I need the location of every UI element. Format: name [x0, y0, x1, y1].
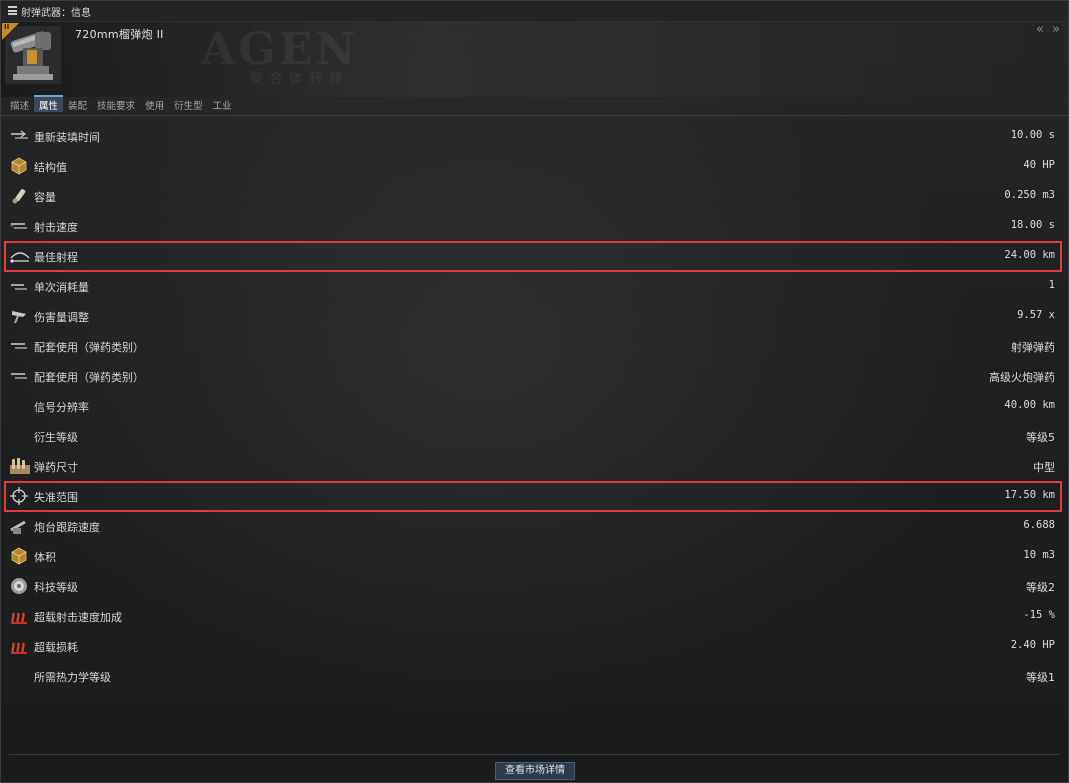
- attribute-value: 等级1: [1026, 671, 1055, 684]
- window-title: 射弹武器：信息: [21, 8, 91, 19]
- attribute-value: 等级2: [1026, 581, 1055, 594]
- ammo-size-icon: [9, 456, 30, 476]
- attribute-row[interactable]: 体积 10 m3: [1, 541, 1068, 571]
- ammo-group-icon: [9, 366, 29, 386]
- attribute-label: 单次消耗量: [34, 281, 89, 294]
- turret-tracking-icon: [9, 516, 29, 536]
- attribute-list: 重新装填时间 10.00 s 结构值 40 HP 容量 0.250 m3 射击速度 18.00…: [1, 121, 1068, 691]
- attribute-value: 中型: [1033, 461, 1055, 474]
- attribute-row[interactable]: 失准范围 17.50 km: [1, 481, 1068, 511]
- damage-modifier-icon: [9, 306, 29, 326]
- attribute-label: 所需热力学等级: [34, 671, 111, 684]
- attribute-value: -15 %: [1023, 609, 1055, 621]
- attribute-label: 容量: [34, 191, 56, 204]
- background-watermark-sub: 聚合体转移: [249, 71, 349, 87]
- attribute-row[interactable]: 容量 0.250 m3: [1, 181, 1068, 211]
- attribute-row[interactable]: 衍生等级 等级5: [1, 421, 1068, 451]
- attribute-row[interactable]: 炮台跟踪速度 6.688: [1, 511, 1068, 541]
- view-market-details-button[interactable]: 查看市场详情: [495, 762, 575, 780]
- attribute-label: 射击速度: [34, 221, 78, 234]
- attribute-value: 1: [1048, 279, 1055, 291]
- item-header: AGEN 聚合体转移 II 720mm榴弹炮 II « »: [1, 22, 1068, 97]
- tech-level-icon: [9, 576, 29, 596]
- attribute-row[interactable]: 单次消耗量 1: [1, 271, 1068, 301]
- attribute-label: 衍生等级: [34, 431, 78, 444]
- meta-level-mark: II: [4, 23, 10, 31]
- tab-attributes[interactable]: 属性: [34, 95, 64, 112]
- tab-bar: 描述 属性 装配 技能要求 使用 衍生型 工业: [5, 95, 237, 115]
- attribute-value: 10.00 s: [1010, 129, 1055, 141]
- optimal-range-icon: [9, 246, 30, 266]
- attribute-row[interactable]: 最佳射程 24.00 km: [1, 241, 1068, 271]
- structure-box-icon: [9, 156, 29, 176]
- rate-of-fire-icon: [9, 216, 29, 236]
- tab-industry[interactable]: 工业: [208, 95, 237, 112]
- attribute-value: 40 HP: [1023, 159, 1055, 171]
- attribute-label: 最佳射程: [34, 251, 78, 264]
- attribute-label: 配套使用（弹药类别）: [34, 371, 144, 384]
- attribute-value: 17.50 km: [1004, 489, 1055, 501]
- attribute-row[interactable]: 配套使用（弹药类别） 高级火炮弹药: [1, 361, 1068, 391]
- attribute-value: 9.57 x: [1017, 309, 1055, 321]
- attribute-label: 体积: [34, 551, 56, 564]
- ammo-group-icon: [9, 336, 29, 356]
- attribute-row[interactable]: 伤害量调整 9.57 x: [1, 301, 1068, 331]
- volume-box-icon: [9, 546, 29, 566]
- attribute-row[interactable]: 超载射击速度加成 -15 %: [1, 601, 1068, 631]
- attribute-row[interactable]: 所需热力学等级 等级1: [1, 661, 1068, 691]
- attribute-label: 重新装填时间: [34, 131, 100, 144]
- attribute-label: 信号分辨率: [34, 401, 89, 414]
- tab-description[interactable]: 描述: [5, 95, 34, 112]
- attribute-row[interactable]: 科技等级 等级2: [1, 571, 1068, 601]
- tab-required-skills[interactable]: 技能要求: [92, 95, 140, 112]
- attribute-label: 超载射击速度加成: [34, 611, 122, 624]
- title-bar[interactable]: 射弹武器：信息: [1, 1, 1068, 22]
- tab-divider: [1, 115, 1068, 116]
- menu-icon[interactable]: [8, 6, 17, 15]
- attribute-row[interactable]: 射击速度 18.00 s: [1, 211, 1068, 241]
- attribute-label: 失准范围: [34, 491, 78, 504]
- reload-arrows-icon: [9, 126, 29, 146]
- attribute-label: 超载损耗: [34, 641, 78, 654]
- tab-fitting[interactable]: 装配: [63, 95, 92, 112]
- attribute-row[interactable]: 结构值 40 HP: [1, 151, 1068, 181]
- attribute-value: 40.00 km: [1004, 399, 1055, 411]
- attribute-label: 弹药尺寸: [34, 461, 78, 474]
- attribute-row[interactable]: 超载损耗 2.40 HP: [1, 631, 1068, 661]
- overload-heat-icon: [9, 636, 29, 656]
- attribute-label: 科技等级: [34, 581, 78, 594]
- attribute-label: 伤害量调整: [34, 311, 89, 324]
- attribute-value: 0.250 m3: [1004, 189, 1055, 201]
- attribute-label: 配套使用（弹药类别）: [34, 341, 144, 354]
- capacity-canister-icon: [9, 186, 29, 206]
- attribute-value: 18.00 s: [1010, 219, 1055, 231]
- footer-divider: [9, 754, 1060, 755]
- tab-usage[interactable]: 使用: [140, 95, 169, 112]
- collapse-toggle[interactable]: « »: [1036, 22, 1062, 37]
- item-info-window: 射弹武器：信息 AGEN 聚合体转移 II 720mm榴弹炮 II « » 描述…: [0, 0, 1069, 783]
- attribute-row[interactable]: 重新装填时间 10.00 s: [1, 121, 1068, 151]
- attribute-value: 10 m3: [1023, 549, 1055, 561]
- attribute-value: 24.00 km: [1004, 249, 1055, 261]
- tab-variations[interactable]: 衍生型: [169, 95, 208, 112]
- attribute-row[interactable]: 弹药尺寸 中型: [1, 451, 1068, 481]
- charges-per-cycle-icon: [9, 276, 29, 296]
- overload-heat-icon: [9, 606, 29, 626]
- attribute-label: 炮台跟踪速度: [34, 521, 100, 534]
- attribute-label: 结构值: [34, 161, 67, 174]
- item-name: 720mm榴弹炮 II: [75, 28, 164, 41]
- attribute-value: 高级火炮弹药: [989, 371, 1055, 384]
- attribute-value: 6.688: [1023, 519, 1055, 531]
- attribute-value: 等级5: [1026, 431, 1055, 444]
- falloff-crosshair-icon: [9, 486, 29, 506]
- attribute-row[interactable]: 信号分辨率 40.00 km: [1, 391, 1068, 421]
- attribute-value: 2.40 HP: [1010, 639, 1055, 651]
- attribute-row[interactable]: 配套使用（弹药类别） 射弹弹药: [1, 331, 1068, 361]
- attribute-value: 射弹弹药: [1011, 341, 1055, 354]
